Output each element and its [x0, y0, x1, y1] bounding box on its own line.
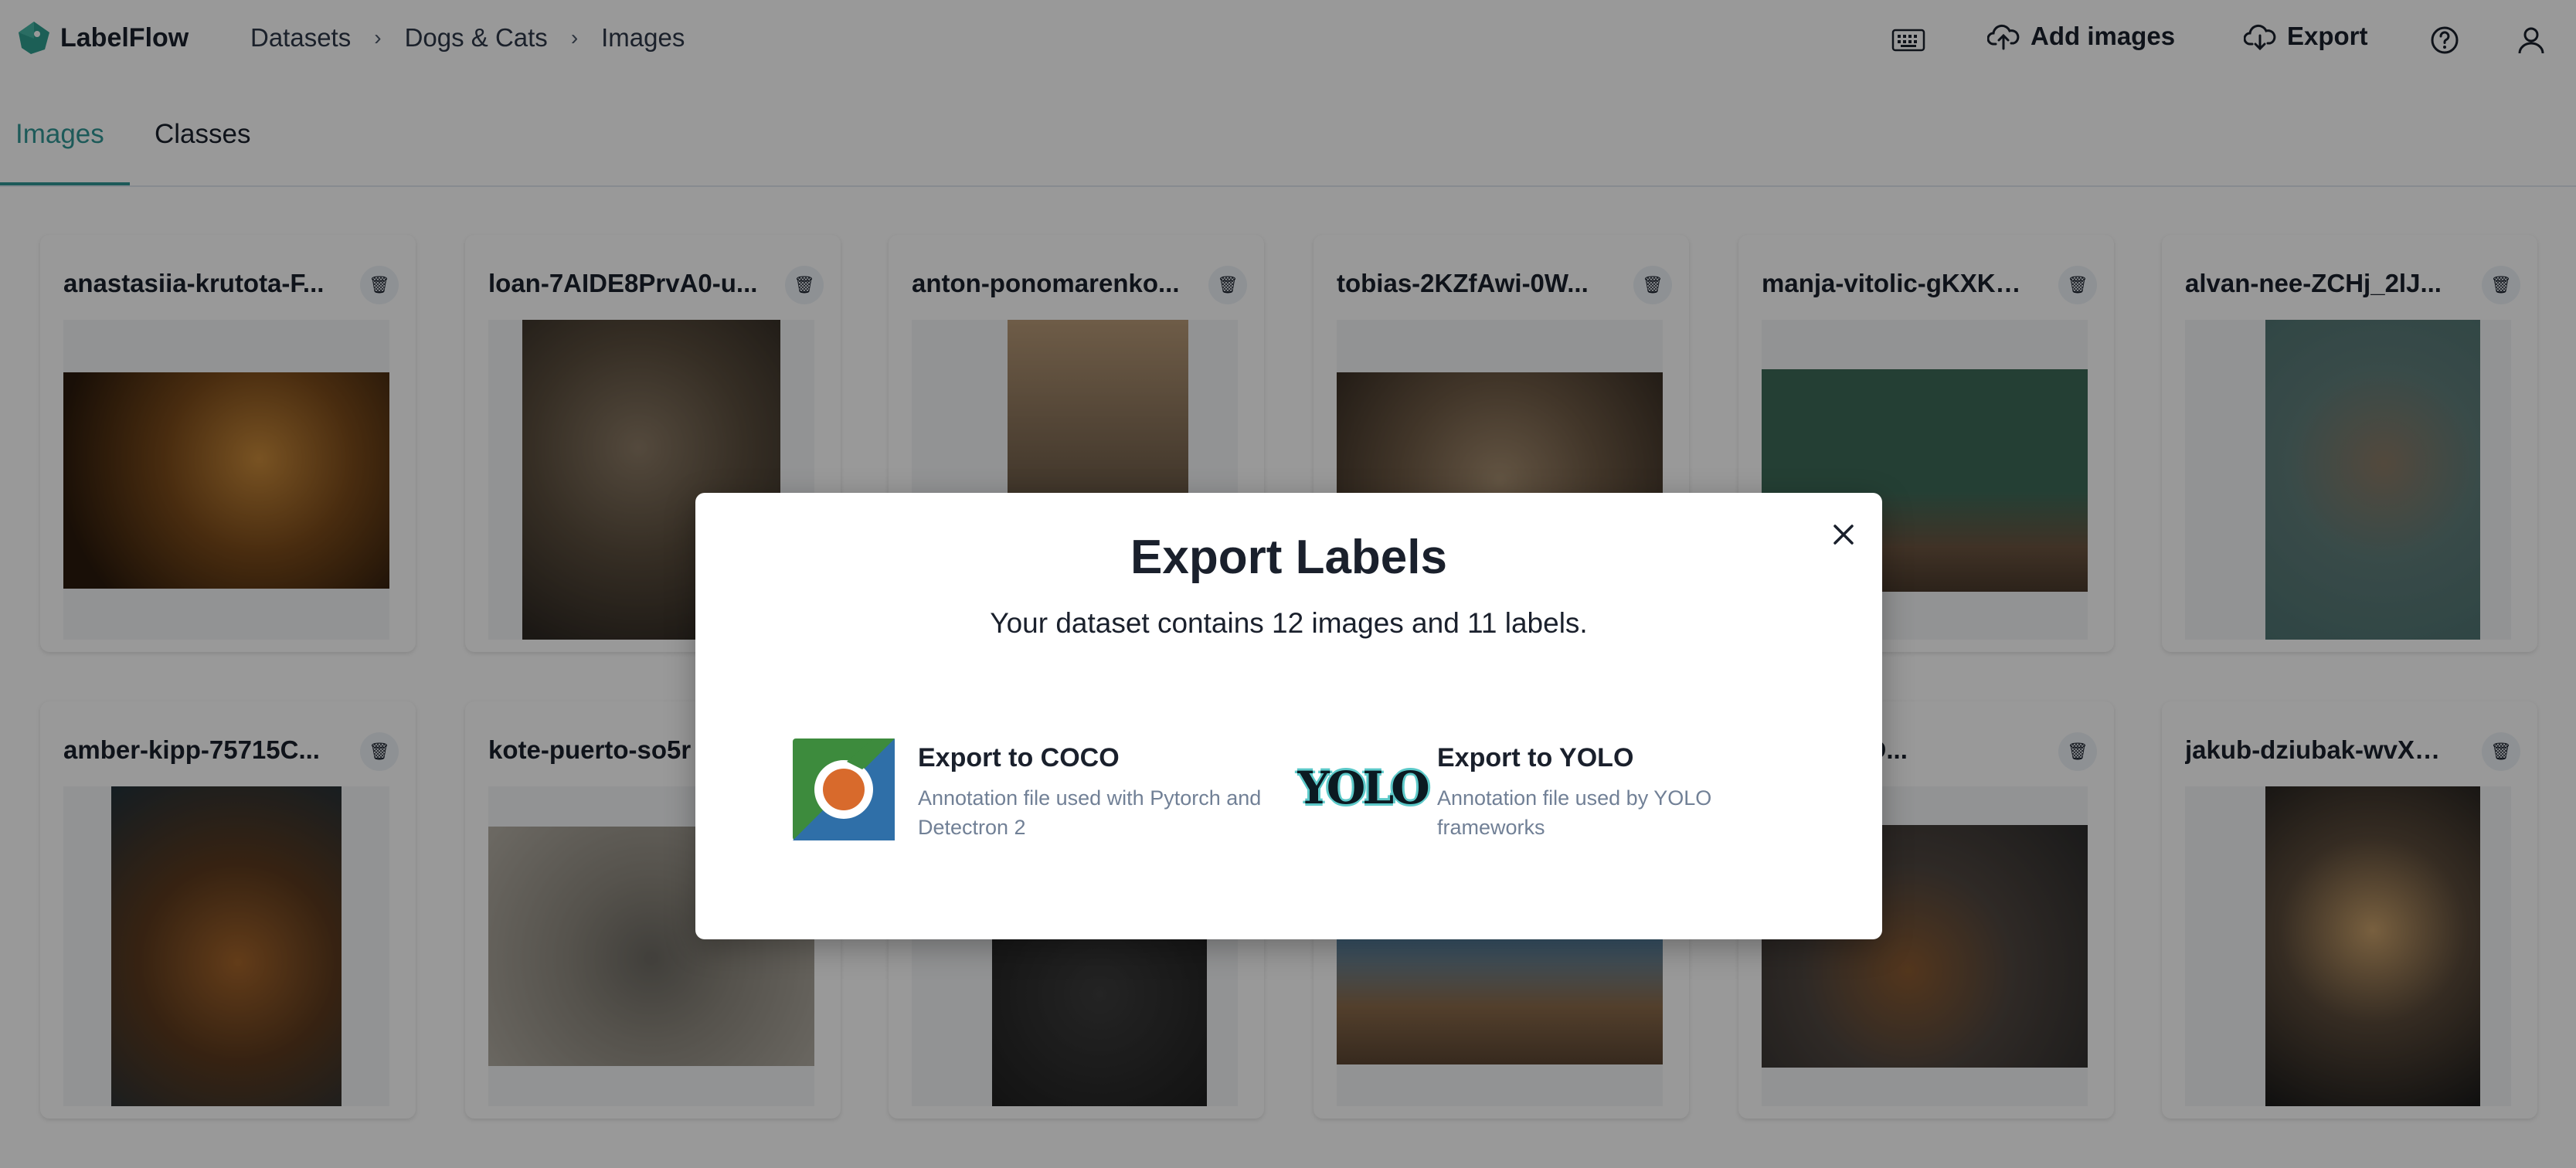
coco-logo-icon — [793, 738, 895, 840]
export-yolo-description: Annotation file used by YOLO frameworks — [1437, 786, 1712, 839]
export-coco-title: Export to COCO — [918, 743, 1120, 772]
modal-title: Export Labels — [1130, 531, 1447, 584]
export-yolo-title: Export to YOLO — [1437, 743, 1634, 772]
yolo-logo-icon: YOLO — [1297, 762, 1429, 814]
export-labels-modal: Export Labels Your dataset contains 12 i… — [695, 493, 1882, 939]
export-coco-description: Annotation file used with Pytorch and De… — [918, 786, 1262, 839]
export-coco-option[interactable]: Export to COCO Annotation file used with… — [793, 738, 1272, 847]
modal-subtitle: Your dataset contains 12 images and 11 l… — [990, 607, 1588, 639]
export-yolo-option[interactable]: YOLO Export to YOLO Annotation file used… — [1297, 738, 1789, 847]
